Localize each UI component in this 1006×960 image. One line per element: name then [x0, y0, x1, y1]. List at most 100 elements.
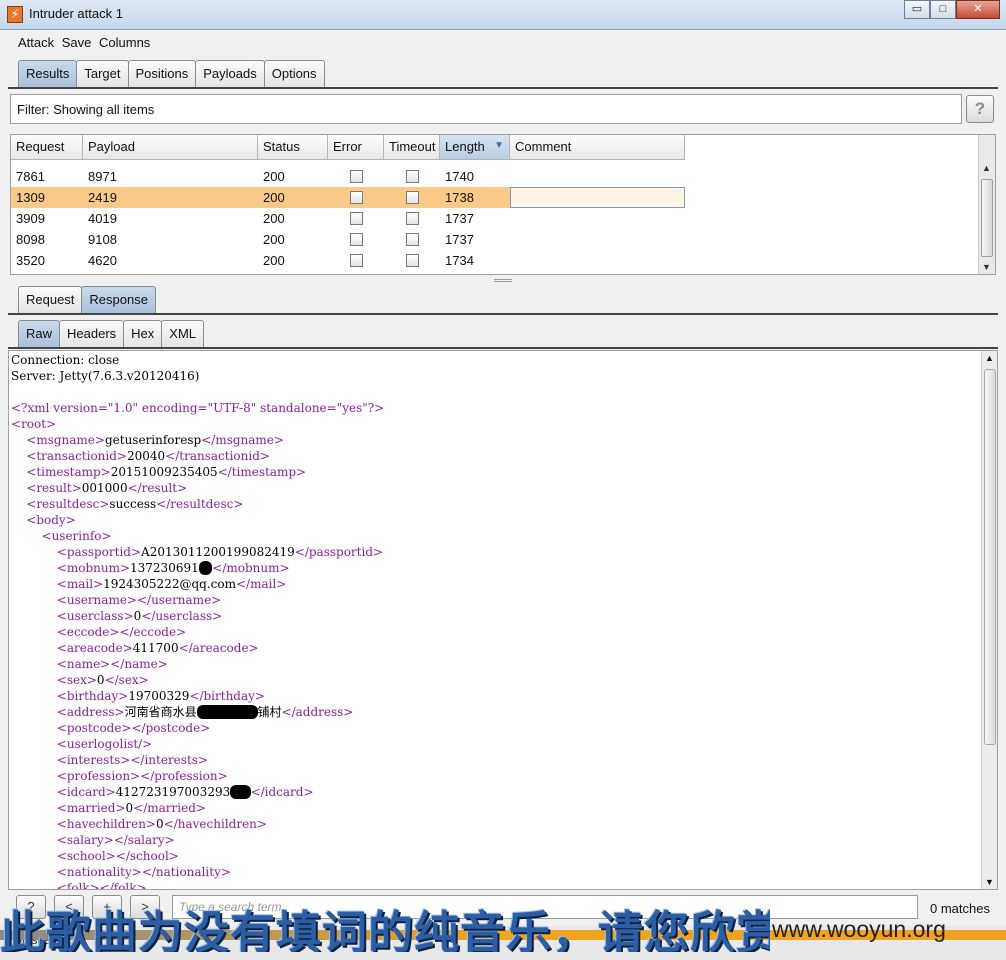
menu-save[interactable]: Save	[62, 31, 94, 50]
table-row[interactable]: 3909 4019 200 1737	[11, 208, 685, 229]
cell-timeout	[384, 166, 440, 187]
cell-comment-editing[interactable]	[510, 187, 685, 208]
mobnum-value: 13723069​1	[130, 561, 199, 575]
main-tabs: Results Target Positions Payloads Option…	[18, 60, 325, 87]
header-line: Server: Jetty(7.6.3.v20120416)	[11, 369, 200, 383]
tab-target[interactable]: Target	[76, 60, 129, 87]
col-status[interactable]: Status	[258, 135, 328, 160]
address-value-start: 河南省商水县	[124, 705, 197, 719]
cell-payload: 4620	[88, 253, 117, 268]
cell-error	[328, 229, 384, 250]
col-payload[interactable]: Payload	[83, 135, 258, 160]
raw-scrollbar[interactable]: ▲ ▼	[981, 351, 997, 889]
scroll-up-icon[interactable]: ▲	[985, 353, 994, 363]
sort-descending-icon: ▼	[494, 140, 504, 151]
tab-hex[interactable]: Hex	[123, 320, 163, 347]
menu-bar: Attack Save Columns	[0, 31, 1006, 55]
error-checkbox[interactable]	[349, 254, 363, 267]
cell-payload: 9108	[88, 232, 117, 247]
cell-comment[interactable]	[510, 250, 685, 271]
message-tab-divider	[8, 313, 998, 315]
table-row[interactable]: 8098 9108 200 1737	[11, 229, 685, 250]
error-checkbox[interactable]	[349, 170, 363, 183]
cell-status: 200	[263, 190, 285, 205]
error-checkbox[interactable]	[349, 191, 363, 204]
cell-request: 3520	[16, 253, 45, 268]
tab-payloads[interactable]: Payloads	[195, 60, 265, 87]
col-error[interactable]: Error	[328, 135, 384, 160]
message-tabs: Request Response	[18, 286, 156, 313]
table-row[interactable]: 3520 4620 200 1734	[11, 250, 685, 271]
cell-error	[328, 187, 384, 208]
col-comment[interactable]: Comment	[510, 135, 685, 160]
tab-raw[interactable]: Raw	[18, 320, 61, 347]
filter-help-button[interactable]: ?	[966, 95, 994, 123]
cell-timeout	[384, 187, 440, 208]
xml-declaration: <?xml version="1.0" encoding="UTF-8" sta…	[11, 401, 385, 415]
timeout-checkbox[interactable]	[405, 212, 419, 225]
scroll-thumb[interactable]	[981, 179, 993, 257]
cell-request: 3909	[16, 211, 45, 226]
tab-response[interactable]: Response	[81, 286, 156, 313]
minimize-button[interactable]: ▭	[904, 0, 930, 19]
window-controls: ▭ □ ✕	[904, 0, 1000, 20]
table-header: Request Payload Status Error Timeout Len…	[11, 135, 685, 160]
maximize-button[interactable]: □	[930, 0, 956, 19]
pane-splitter-handle[interactable]	[494, 279, 512, 282]
col-request[interactable]: Request	[11, 135, 83, 160]
table-row[interactable]: 7861 8971 200 1740	[11, 166, 685, 187]
redaction-mark: xxx	[230, 785, 251, 799]
cell-request: 8098	[16, 232, 45, 247]
timeout-checkbox[interactable]	[405, 170, 419, 183]
filter-bar[interactable]: Filter: Showing all items	[10, 94, 962, 124]
cell-request: 7861	[16, 169, 45, 184]
cell-comment[interactable]	[510, 208, 685, 229]
results-scrollbar[interactable]: ▲ ▼	[978, 135, 995, 274]
cell-error	[328, 208, 384, 229]
menu-attack[interactable]: Attack	[18, 31, 56, 50]
tab-positions[interactable]: Positions	[127, 60, 197, 87]
timeout-checkbox[interactable]	[405, 233, 419, 246]
cell-length: 1740	[445, 169, 474, 184]
cell-timeout	[384, 208, 440, 229]
mail-value: 1924305222@qq.com	[103, 577, 236, 591]
view-tabs: Raw Headers Hex XML	[18, 320, 205, 347]
menu-columns[interactable]: Columns	[99, 31, 152, 50]
error-checkbox[interactable]	[349, 212, 363, 225]
burp-app-icon: ⚡	[7, 6, 23, 23]
header-line: Connection: close	[11, 353, 120, 367]
close-button[interactable]: ✕	[956, 0, 1000, 19]
msgname-value: getuserinforesp	[104, 433, 202, 447]
tab-xml[interactable]: XML	[161, 320, 205, 347]
col-timeout[interactable]: Timeout	[384, 135, 440, 160]
tab-options[interactable]: Options	[263, 60, 325, 87]
cell-comment[interactable]	[510, 229, 685, 250]
scroll-thumb[interactable]	[984, 369, 996, 745]
tab-results[interactable]: Results	[18, 60, 78, 87]
areacode-value: 411700	[132, 641, 179, 655]
tab-headers[interactable]: Headers	[59, 320, 125, 347]
xml-root-tag: root	[21, 417, 47, 431]
cell-error	[328, 250, 384, 271]
resultdesc-value: success	[109, 497, 157, 511]
cell-payload: 4019	[88, 211, 117, 226]
col-length[interactable]: Length ▼	[440, 135, 510, 160]
cell-payload: 8971	[88, 169, 117, 184]
redaction-mark: xx	[198, 561, 213, 575]
timeout-checkbox[interactable]	[405, 191, 419, 204]
search-match-count: 0 matches	[930, 901, 990, 916]
tab-request[interactable]: Request	[18, 286, 83, 313]
scroll-up-icon[interactable]: ▲	[982, 163, 991, 173]
cell-error	[328, 166, 384, 187]
timeout-checkbox[interactable]	[405, 254, 419, 267]
error-checkbox[interactable]	[349, 233, 363, 246]
scroll-down-icon[interactable]: ▼	[985, 877, 994, 887]
table-row-selected[interactable]: 1309 2419 200 1738	[11, 187, 685, 208]
cell-comment[interactable]	[510, 166, 685, 187]
raw-response-text: Connection: close Server: Jetty(7.6.3.v2…	[11, 353, 385, 890]
scroll-down-icon[interactable]: ▼	[982, 262, 991, 272]
raw-response-editor[interactable]: Connection: close Server: Jetty(7.6.3.v2…	[8, 350, 998, 890]
cell-status: 200	[263, 232, 285, 247]
tab-divider	[8, 87, 998, 89]
cell-length: 1738	[445, 190, 474, 205]
